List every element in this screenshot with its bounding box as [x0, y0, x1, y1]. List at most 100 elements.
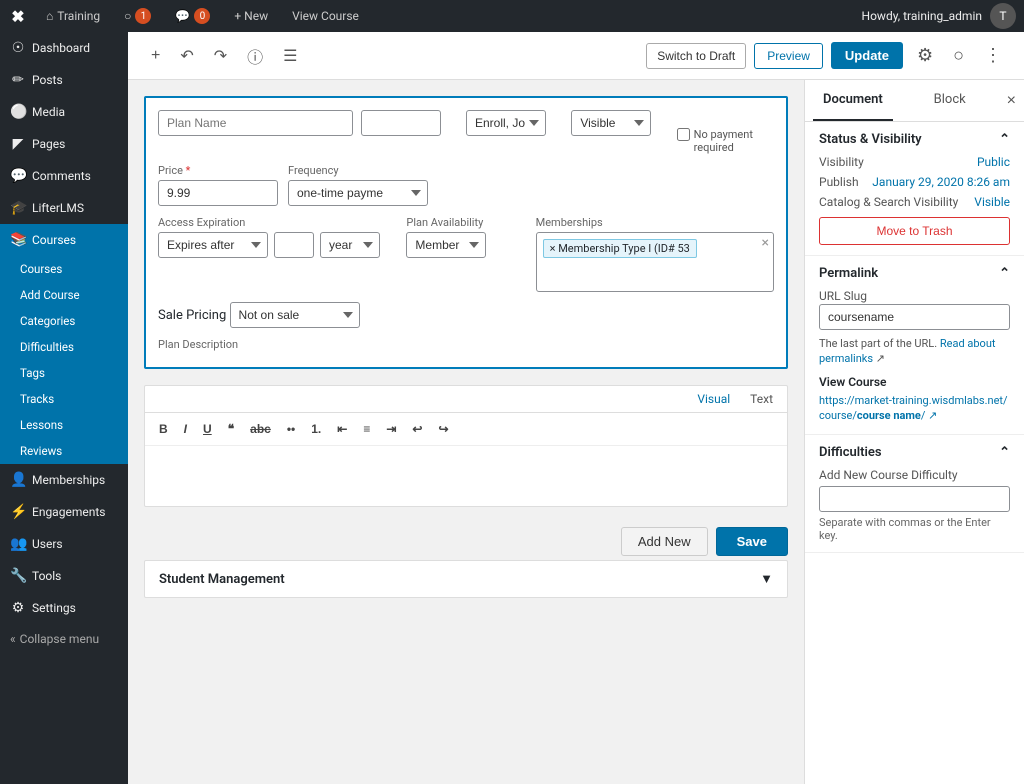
- undo-button[interactable]: ↶: [173, 41, 200, 71]
- frequency-select[interactable]: one-time payme monthly yearly: [288, 180, 428, 206]
- strikethrough-button[interactable]: abc: [244, 419, 277, 439]
- status-visibility-header[interactable]: Status & Visibility ⌃: [819, 132, 1010, 147]
- catalog-value[interactable]: Visible: [974, 195, 1010, 209]
- sidebar-item-users[interactable]: 👥Users: [0, 528, 128, 560]
- settings-icon: ⚙: [10, 600, 26, 616]
- underline-button[interactable]: U: [197, 419, 218, 439]
- required-star: *: [183, 164, 190, 177]
- expires-unit-select[interactable]: year month day: [320, 232, 380, 258]
- sale-pricing-select[interactable]: Not on sale On sale: [230, 302, 360, 328]
- visibility-row: Visibility Public: [819, 155, 1010, 169]
- collapse-menu[interactable]: « Collapse menu: [0, 624, 128, 654]
- list-view-button[interactable]: ☰: [276, 41, 304, 71]
- switch-to-draft-button[interactable]: Switch to Draft: [646, 43, 746, 69]
- info-button[interactable]: ⓘ: [240, 39, 270, 73]
- close-sidebar-button[interactable]: ×: [1007, 92, 1016, 110]
- align-left-button[interactable]: ⇤: [331, 419, 353, 439]
- adminbar-new[interactable]: + New: [228, 9, 274, 23]
- publish-date[interactable]: January 29, 2020 8:26 am: [872, 175, 1010, 189]
- submenu-add-course[interactable]: Add Course: [0, 282, 128, 308]
- plan-availability-select[interactable]: Member Everyone: [406, 232, 486, 258]
- admin-bar: ✖ ⌂ Training ○ 1 💬 0 + New View Course H…: [0, 0, 1024, 32]
- permalink-hint: The last part of the URL. Read about per…: [819, 336, 1010, 367]
- no-payment-label: No payment required: [694, 128, 774, 154]
- block-toolbar: + ↶ ↷ ⓘ ☰ Switch to Draft Preview Update…: [128, 32, 1024, 80]
- engagements-icon: ⚡: [10, 504, 26, 520]
- ordered-list-button[interactable]: 1.: [305, 419, 327, 439]
- adminbar-updates[interactable]: ○ 1: [118, 8, 157, 24]
- memberships-select-box[interactable]: × × Membership Type I (ID# 53: [536, 232, 774, 292]
- plan-name-input[interactable]: [158, 110, 353, 136]
- bold-button[interactable]: B: [153, 419, 174, 439]
- sidebar-item-courses[interactable]: 📚Courses Courses Add Course Categories D…: [0, 224, 128, 464]
- sidebar-item-settings[interactable]: ⚙Settings: [0, 592, 128, 624]
- submenu-tags[interactable]: Tags: [0, 360, 128, 386]
- visual-tab[interactable]: Visual: [691, 390, 736, 408]
- save-plan-button[interactable]: Save: [716, 527, 788, 556]
- plan-enroll-select[interactable]: Enroll, Join: [466, 110, 546, 136]
- sidebar-item-posts[interactable]: ✏Posts: [0, 64, 128, 96]
- align-right-button[interactable]: ⇥: [380, 419, 402, 439]
- plan-enroll-join-input[interactable]: [361, 110, 441, 136]
- sidebar-item-lifterlms[interactable]: 🎓LifterLMS: [0, 192, 128, 224]
- add-new-button[interactable]: Add New: [621, 527, 708, 556]
- sidebar-item-tools[interactable]: 🔧Tools: [0, 560, 128, 592]
- submenu-reviews[interactable]: Reviews: [0, 438, 128, 464]
- editor-settings-button[interactable]: ⚙: [911, 41, 939, 70]
- sidebar-item-comments[interactable]: 💬Comments: [0, 160, 128, 192]
- membership-close-button[interactable]: ×: [762, 235, 769, 251]
- submenu-lessons[interactable]: Lessons: [0, 412, 128, 438]
- difficulties-label: Difficulties: [819, 445, 882, 460]
- quote-button[interactable]: ❝: [222, 419, 240, 439]
- editor-more-button[interactable]: ⋮: [978, 41, 1008, 70]
- expires-number-input[interactable]: [274, 232, 314, 258]
- block-tab[interactable]: Block: [924, 80, 976, 121]
- student-management-header[interactable]: Student Management ▼: [145, 561, 787, 597]
- external-link-icon: ↗: [876, 352, 885, 365]
- adminbar-site[interactable]: ⌂ Training: [40, 9, 106, 23]
- catalog-label: Catalog & Search Visibility: [819, 195, 958, 209]
- student-management-block: Student Management ▼: [144, 560, 788, 598]
- admin-avatar[interactable]: T: [990, 3, 1016, 29]
- expires-after-select[interactable]: Expires after: [158, 232, 268, 258]
- preview-button[interactable]: Preview: [754, 43, 823, 69]
- submenu-tracks[interactable]: Tracks: [0, 386, 128, 412]
- move-to-trash-button[interactable]: Move to Trash: [819, 217, 1010, 245]
- url-slug-input[interactable]: [819, 304, 1010, 330]
- permalink-header[interactable]: Permalink ⌃: [819, 266, 1010, 281]
- media-icon: ⚪: [10, 104, 26, 120]
- redo-button[interactable]: ↷: [207, 41, 234, 71]
- adminbar-comments[interactable]: 💬 0: [169, 8, 216, 24]
- unordered-list-button[interactable]: ••: [281, 419, 301, 439]
- sidebar-item-media[interactable]: ⚪Media: [0, 96, 128, 128]
- plan-visibility-select[interactable]: Visible Hidden: [571, 110, 651, 136]
- wordpress-logo[interactable]: ✖: [8, 6, 28, 26]
- membership-tag[interactable]: × Membership Type I (ID# 53: [543, 239, 697, 258]
- sidebar-item-pages[interactable]: ◤Pages: [0, 128, 128, 160]
- sidebar-item-engagements[interactable]: ⚡Engagements: [0, 496, 128, 528]
- visibility-value[interactable]: Public: [977, 155, 1010, 169]
- add-block-button[interactable]: +: [144, 42, 167, 70]
- difficulties-header[interactable]: Difficulties ⌃: [819, 445, 1010, 460]
- view-course-link[interactable]: https://market-training.wisdmlabs.net/co…: [819, 394, 1008, 422]
- student-management-label: Student Management: [159, 572, 285, 587]
- text-tab[interactable]: Text: [744, 390, 779, 408]
- undo-editor-button[interactable]: ↩: [406, 419, 428, 439]
- redo-editor-button[interactable]: ↪: [432, 419, 454, 439]
- editor-tools-button[interactable]: ○: [947, 41, 970, 70]
- italic-button[interactable]: I: [178, 419, 193, 439]
- price-input[interactable]: [158, 180, 278, 206]
- document-tab[interactable]: Document: [813, 80, 893, 121]
- plan-description-content[interactable]: [145, 446, 787, 506]
- no-payment-checkbox[interactable]: [677, 128, 690, 141]
- update-button[interactable]: Update: [831, 42, 903, 69]
- submenu-courses[interactable]: Courses: [0, 256, 128, 282]
- submenu-categories[interactable]: Categories: [0, 308, 128, 334]
- sidebar-item-memberships[interactable]: 👤Memberships: [0, 464, 128, 496]
- submenu-difficulties[interactable]: Difficulties: [0, 334, 128, 360]
- sidebar-item-dashboard[interactable]: ☉Dashboard: [0, 32, 128, 64]
- difficulty-input[interactable]: [819, 486, 1010, 512]
- align-center-button[interactable]: ≡: [357, 419, 376, 439]
- adminbar-view-course[interactable]: View Course: [286, 9, 365, 23]
- plan-block: Enroll, Join Visible Hidden No payment r…: [144, 96, 788, 369]
